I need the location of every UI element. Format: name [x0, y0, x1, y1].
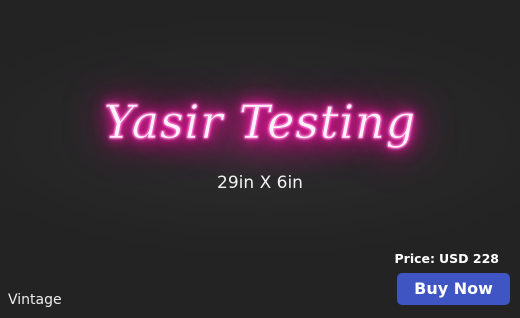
price-label: Price:: [394, 251, 436, 266]
buy-now-button[interactable]: Buy Now: [397, 273, 510, 305]
sign-size-label: 29in X 6in: [217, 173, 303, 193]
price-display: Price: USD 228: [395, 250, 499, 268]
price-amount: USD 228: [439, 251, 499, 266]
preview-canvas: Yasir Testing 29in X 6in Price: USD 228 B…: [0, 0, 520, 318]
font-style-label: Vintage: [8, 292, 62, 308]
neon-sign-text: Yasir Testing: [103, 95, 417, 150]
